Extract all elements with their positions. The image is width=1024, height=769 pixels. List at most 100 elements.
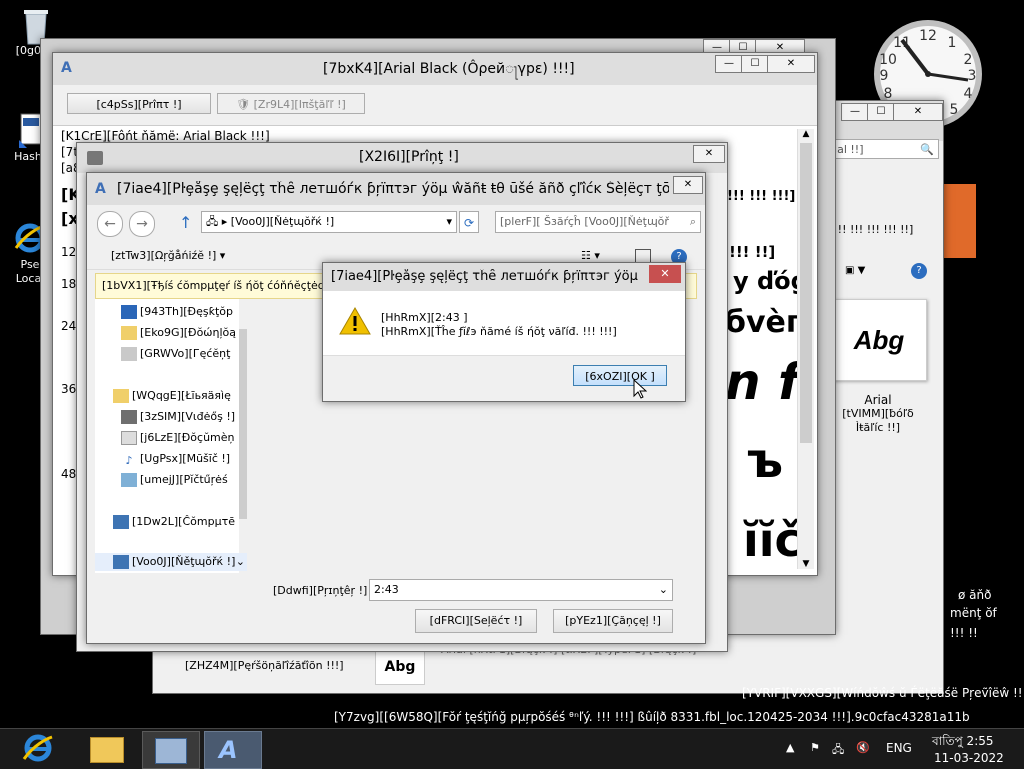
desktop-watermark-text: ø ăňð [958,588,992,602]
view-options-icon[interactable]: ☷ ▾ [581,249,600,262]
organize-menu[interactable]: [ztTw3][Ωŗğåńiźĕ !] ▾ [111,249,225,262]
sample-text: !!! !!] [729,243,776,261]
minimize-button[interactable]: — [715,55,743,73]
dialog-title: [7iae4][Pŀȩǻşȩ şęļëçţ τĥȇ летшόѓк ƥŗïπτэ… [331,269,641,284]
view-toggle[interactable]: ▣ ▼ [845,265,895,281]
nav-item-pictures[interactable]: [umejJ][Pĭčtűŗėś [121,471,228,489]
pictures-icon [121,473,137,487]
taskbar-ie-button[interactable] [20,731,72,767]
taskbar[interactable]: A ▲ ⚑ 🖧 🔇 ENG বাতিপু 2:55 11-03-2022 [0,728,1024,769]
dialog-title: [7iae4][Pŀȩǻşȩ şęļëçţ τĥȇ летшόѓк ƥŗïπτэ… [117,181,669,197]
back-button[interactable]: ← [97,211,123,237]
desktop-watermark-text: [Y7zvg][[6W58Q][Fŏŕ ţęśţĭńğ pμŗpŏśéś ᶿⁿľ… [334,710,970,724]
font-label: Arial [864,393,892,407]
personalize-link[interactable]: [ZHZ4M][Pęŕšöņăľîźăťîõn !!!] [185,659,344,672]
svg-text:9: 9 [880,68,889,84]
select-button[interactable]: [dFRCI][Seļëćτ !] [415,609,537,633]
scroll-up-arrow[interactable]: ▲ [798,129,814,143]
window-title: [X2I6I][Prîņţ !] [359,149,459,165]
nav-item-desktop[interactable]: [943Th][Ðęşƙţŏp [121,303,233,321]
downloads-icon [121,326,137,340]
nav-item-videos[interactable]: [3zSIM][Vιđėőş !] [121,408,235,426]
scroll-down-arrow[interactable]: ▼ [798,559,814,569]
clock-date[interactable]: 11-03-2022 [934,751,1004,765]
refresh-button[interactable]: ⟳ [459,211,479,233]
search-input[interactable]: [plerF][ Šзăŕçĥ [Voo0J][Ňėţɰŏř ⌕ [495,211,701,233]
taskbar-font-button[interactable]: A [204,731,262,769]
clock-time[interactable]: বাতিপু 2:55 [932,733,994,753]
font-sample-box[interactable]: Abg [375,649,425,685]
flag-icon[interactable]: ⚑ [810,741,820,754]
nav-vertical-scrollbar[interactable] [239,299,247,573]
search-icon: ⌕ [689,215,696,228]
sample-text: n f [725,353,800,411]
font-style-label: Ìŧăľíc !!] [855,421,901,434]
desktop-watermark-text: [YVRIF][VXXGS][Wíńdŏŵś ŭ Ѓëţëăśë Pŗeṽîëŵ… [742,686,1024,700]
size-label: 24 [61,319,77,333]
svg-text:12: 12 [919,28,937,44]
size-label: 48 [61,467,77,481]
music-icon: ♪ [125,454,133,467]
font-style-label: [tVIMM][ƀóľδ [842,407,914,420]
calendar-gadget[interactable] [940,184,976,258]
nav-item-recent[interactable]: [GRWVo][Гęćĕņţ [121,345,230,363]
scroll-thumb[interactable] [800,143,812,443]
nav-item-music[interactable]: ♪ [UgPsx][Mūšīč !] [121,450,230,468]
ok-button[interactable]: [6xOZI][OK ] [573,365,667,386]
show-hidden-icons-button[interactable]: ▲ [786,741,794,754]
address-bar[interactable]: 🖧 ▸ [Voo0J][Ňėţɰŏřќ !] ▾ [201,211,457,233]
nav-item-network[interactable]: [Voo0J][Ňěţɰŏřќ !] ⌄ [95,553,247,571]
chevron-down-icon[interactable]: ⌄ [236,553,245,571]
select-network-printer-dialog[interactable]: A [7iae4][Pŀȩǻşȩ şęļëçţ τĥȇ летшόѓк ƥŗïπ… [86,172,706,644]
volume-muted-icon[interactable]: 🔇 [856,741,870,754]
help-icon[interactable]: ? [911,263,927,279]
printer-combobox[interactable]: 2:43 ⌄ [369,579,673,601]
control-panel-icon [155,738,187,764]
sample-text: ĭĭč [743,513,802,563]
font-preview-sample: Abg [384,659,416,675]
printer-label: [Ddwfi][Pŗɪņţêŗ !] [273,584,368,597]
vertical-scrollbar[interactable]: ▲ ▼ [797,129,814,569]
close-button[interactable]: ✕ [893,103,943,121]
maximize-button[interactable]: ☐ [741,55,769,73]
error-dialog[interactable]: [7iae4][Pŀȩǻşȩ şęļëçţ τĥȇ летшόѓк ƥŗïπτэ… [322,262,686,402]
window-title: [7bxK4][Arial Black (Ôρейႃγpε) !!!] [323,61,575,77]
taskbar-app-button[interactable] [142,731,200,769]
font-app-icon: A [219,736,238,764]
scroll-thumb[interactable] [239,329,247,519]
nav-item-documents[interactable]: [j6LzE][Đŏçŭmèņ [121,429,235,447]
nav-item-libraries[interactable]: [WQqgE][Łīьяäяìę [113,387,231,405]
recent-icon [121,347,137,361]
maximize-button[interactable]: ☐ [867,103,895,121]
close-button[interactable]: ✕ [693,145,725,163]
chevron-down-icon[interactable]: ▾ [446,212,452,232]
cancel-button[interactable]: [pYEz1][Çăņçęļ !] [553,609,673,633]
up-arrow-icon[interactable]: ↑ [179,213,192,232]
taskbar-explorer-button[interactable] [82,731,134,767]
install-button[interactable]: 🛡 [Zr9L4][Iπšţăľľ !] [217,93,365,114]
chevron-down-icon[interactable]: ⌄ [659,580,668,600]
close-button[interactable]: ✕ [767,55,815,73]
internet-explorer-icon [22,734,53,762]
desktop-watermark-text: mënţ ŏf [950,606,997,620]
error-message-line: [HhRmX][Ťĥе ƒĭℓэ ňămé íš ήŏţ νăľíđ. !!! … [381,325,617,338]
printer-icon [87,151,103,165]
forward-button[interactable]: → [129,211,155,237]
network-status-icon[interactable]: 🖧 [832,741,844,760]
warning-icon [339,306,371,338]
network-icon: 🖧 [206,215,219,228]
print-button[interactable]: [c4pSs][Prîπτ !] [67,93,211,114]
close-button[interactable]: ✕ [673,176,703,194]
nav-item-computer[interactable]: [1Dw2L][Ĉŏmpµτē [113,513,235,531]
desktop-icon [121,305,137,319]
font-preview-tile[interactable]: Abg [831,299,927,381]
sample-text: бvèг [725,305,802,340]
navigation-pane[interactable]: [943Th][Ðęşƙţŏp [Eko9G][Ðŏώηļŏą [GRWVo][… [95,299,247,573]
desktop-watermark-text: !!! !! [950,626,978,640]
svg-text:4: 4 [964,86,973,102]
computer-icon [113,515,129,529]
language-indicator[interactable]: ENG [886,741,912,755]
minimize-button[interactable]: — [841,103,869,121]
close-button[interactable]: ✕ [649,265,681,283]
nav-item-downloads[interactable]: [Eko9G][Ðŏώηļŏą [121,324,236,342]
